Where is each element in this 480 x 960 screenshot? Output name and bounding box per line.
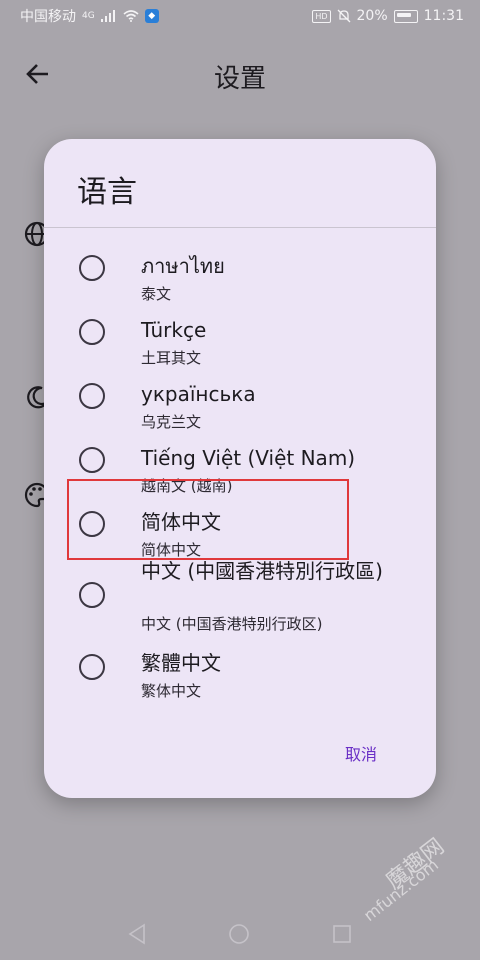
radio-button[interactable]: [79, 319, 105, 345]
dialog-title: 语言: [77, 175, 137, 210]
battery-percent: 20%: [356, 8, 388, 24]
clock: 11:31: [423, 8, 464, 24]
signal-icon: [100, 10, 115, 22]
status-bar: 中国移动 4G ◆ HD 20% 11:31: [0, 0, 480, 32]
app-bar: 设置: [0, 44, 480, 108]
carrier-name: 中国移动: [20, 9, 76, 25]
option-sublabel: 繁体中文: [141, 682, 202, 700]
hd-badge: HD: [312, 9, 331, 23]
option-label: 繁體中文: [141, 651, 221, 675]
page-title: 设置: [213, 64, 266, 94]
option-label: Türkçe: [141, 318, 207, 342]
radio-button[interactable]: [79, 582, 105, 608]
nav-home-icon[interactable]: [228, 923, 250, 945]
wifi-icon: [123, 10, 139, 22]
option-label: 中文 (中國香港特別行政區): [141, 559, 383, 583]
option-sublabel: 土耳其文: [141, 349, 202, 367]
nav-back-icon[interactable]: [126, 923, 148, 945]
mute-icon: [337, 9, 350, 23]
radio-button[interactable]: [79, 255, 105, 281]
highlight-box: [67, 479, 349, 560]
radio-button[interactable]: [79, 654, 105, 680]
nav-recent-icon[interactable]: [331, 923, 353, 945]
network-type: 4G: [82, 11, 95, 21]
shield-icon: ◆: [144, 9, 159, 23]
language-dialog: 语言 ภาษาไทย 泰文 Türkçe 土耳其文 українська 乌克兰…: [44, 139, 436, 798]
status-right: HD 20% 11:31: [312, 8, 464, 24]
dialog-divider: [44, 227, 436, 228]
status-left: 中国移动 4G ◆: [20, 6, 159, 26]
radio-button[interactable]: [79, 447, 105, 473]
option-sublabel: 泰文: [141, 285, 172, 303]
option-label: ภาษาไทย: [141, 254, 225, 278]
navigation-bar: [0, 904, 480, 960]
option-label: Tiếng Việt (Việt Nam): [141, 446, 356, 470]
battery-icon: [393, 9, 418, 23]
option-sublabel: 乌克兰文: [141, 413, 202, 431]
option-label: українська: [141, 382, 256, 406]
cancel-button[interactable]: 取消: [343, 737, 379, 769]
radio-button[interactable]: [79, 383, 105, 409]
option-sublabel: 中文 (中国香港特别行政区): [141, 615, 323, 633]
